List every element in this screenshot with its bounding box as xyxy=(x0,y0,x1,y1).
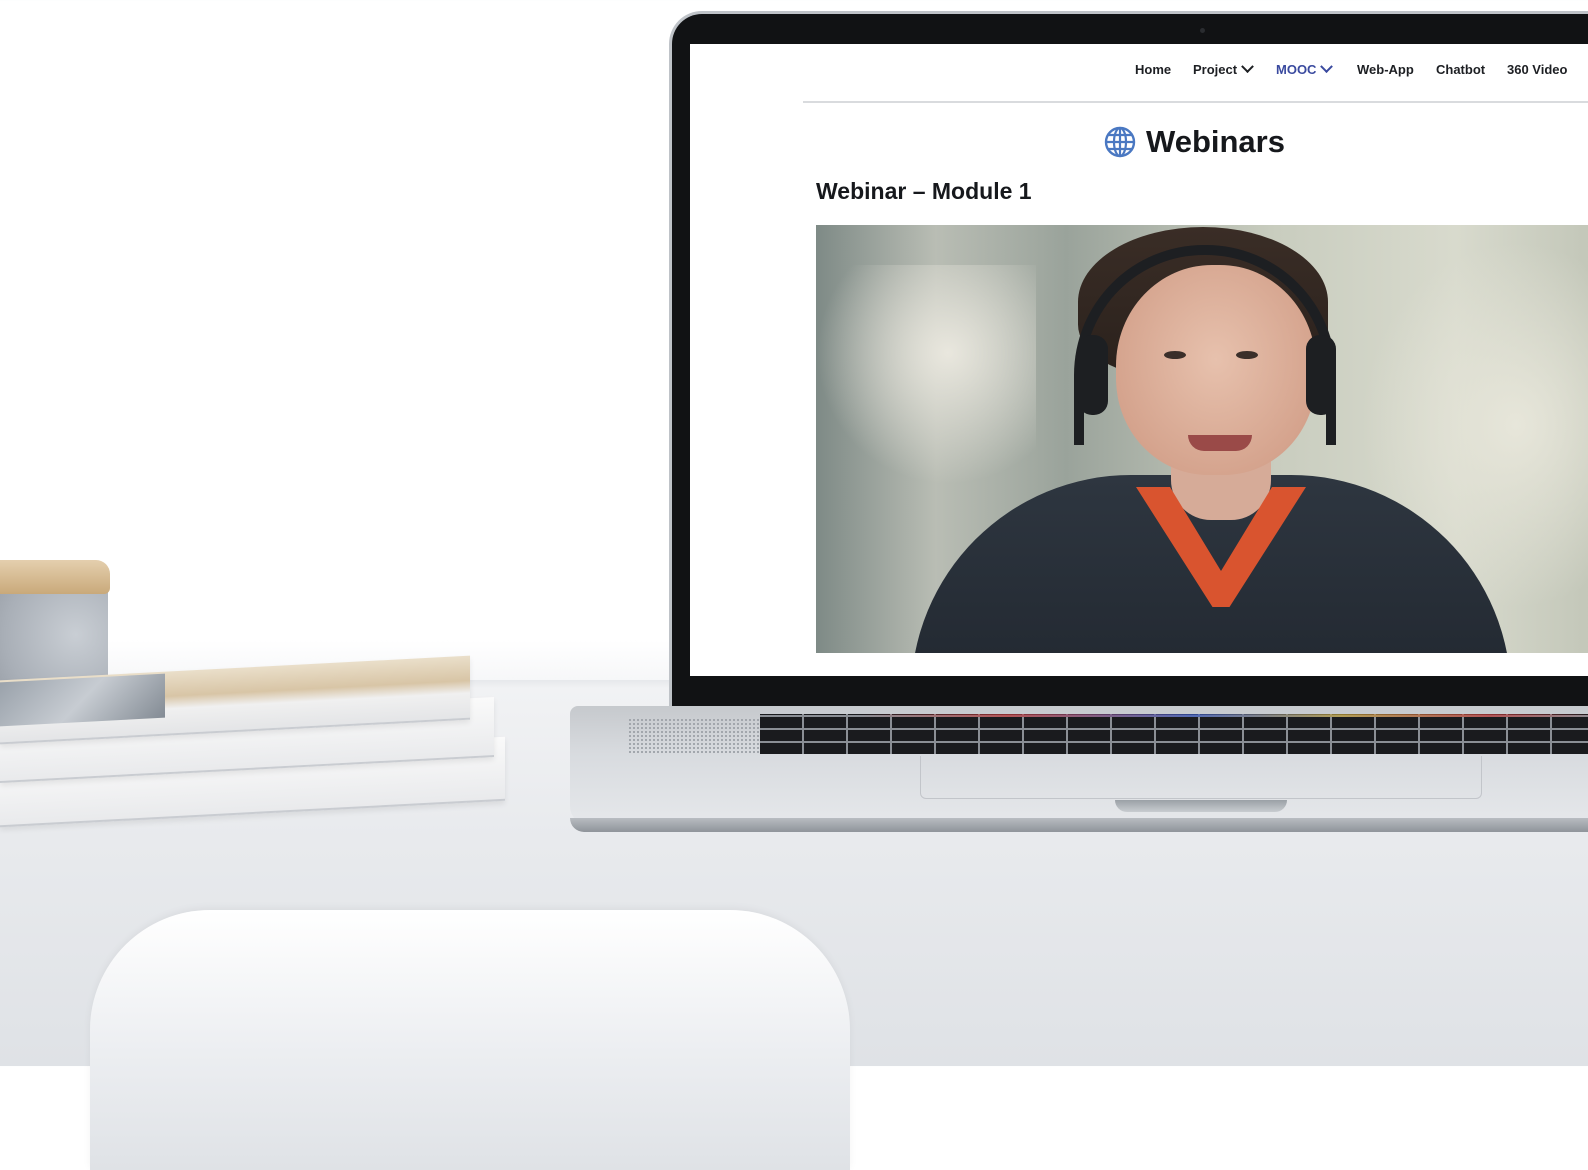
headset-ear-cup xyxy=(1306,335,1336,415)
main-nav: Home Project MOOC Web-App Chatbot 360 Vi… xyxy=(690,44,1588,96)
book-cover-photo xyxy=(0,673,165,727)
chevron-down-icon xyxy=(1320,60,1334,74)
webinar-video-player[interactable] xyxy=(816,225,1588,653)
nav-item-mooc[interactable]: MOOC xyxy=(1276,60,1334,77)
camera-icon xyxy=(1200,28,1205,33)
keyboard-keys xyxy=(760,714,1588,754)
speaker-grille xyxy=(628,718,768,754)
page-title: Webinars xyxy=(1146,124,1285,159)
laptop-screen: Home Project MOOC Web-App Chatbot 360 Vi… xyxy=(690,44,1588,676)
nav-item-label: Chatbot xyxy=(1436,62,1486,77)
nav-item-web-app[interactable]: Web-App xyxy=(1357,62,1414,77)
chevron-down-icon xyxy=(1241,60,1254,74)
section-title: Webinar – Module 1 xyxy=(816,178,1032,204)
laptop-front-edge xyxy=(570,818,1588,832)
nav-item-label: Web-App xyxy=(1357,62,1414,77)
touch-bar xyxy=(860,714,1588,717)
page-heading: Webinars xyxy=(1104,124,1285,160)
nav-item-project[interactable]: Project xyxy=(1193,60,1254,77)
lid-notch xyxy=(1115,800,1287,812)
globe-icon xyxy=(1104,126,1136,158)
nav-item-label: Project xyxy=(1193,62,1238,77)
nav-item-360-video[interactable]: 360 Video xyxy=(1507,62,1567,77)
nav-item-label: MOOC xyxy=(1276,62,1317,77)
nav-item-home[interactable]: Home xyxy=(1135,62,1171,77)
trackpad xyxy=(920,756,1482,799)
nav-item-chatbot[interactable]: Chatbot xyxy=(1436,62,1485,77)
nav-item-label: Home xyxy=(1135,62,1172,77)
nav-item-label: 360 Video xyxy=(1507,62,1568,77)
headset-ear-cup xyxy=(1078,335,1108,415)
chair-back xyxy=(90,910,850,1170)
book-stack xyxy=(0,640,520,870)
nav-divider xyxy=(803,101,1588,103)
video-background-blur xyxy=(816,265,1036,485)
jar-lid xyxy=(0,560,110,594)
